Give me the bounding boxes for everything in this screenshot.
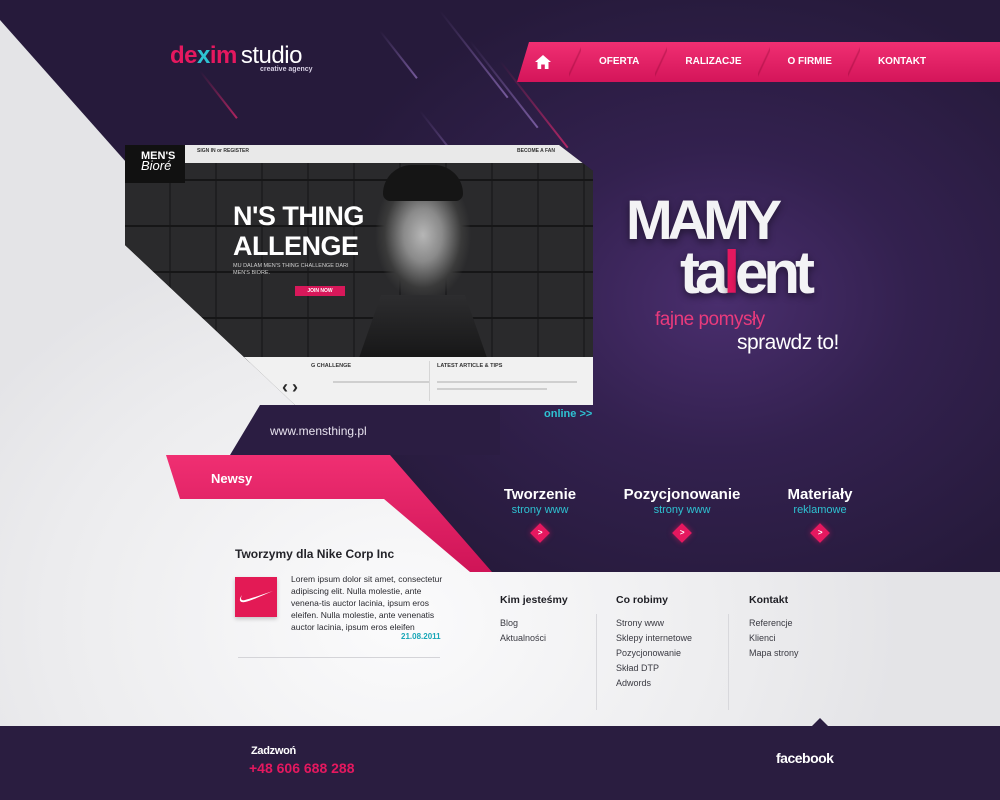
showcase-brand-logo: MEN'S Bioré [125, 145, 185, 183]
site-logo[interactable]: dexim studio creative agency [170, 42, 313, 73]
hero-title-part-c: ent [735, 239, 815, 306]
bottom-bar [0, 726, 1000, 800]
footer-col-heading: Co robimy [616, 594, 668, 606]
nav-item-ralizacje[interactable]: RALIZACJE [667, 42, 757, 82]
showcase-model-photo [353, 165, 493, 375]
service-more-button[interactable]: > [672, 523, 692, 543]
service-tworzenie: Tworzenie strony www > [465, 486, 615, 543]
showcase-sign-in: SIGN IN or REGISTER [197, 148, 249, 154]
footer-link-sklad-dtp[interactable]: Skład DTP [616, 661, 692, 676]
chevron-right-icon: > [537, 527, 543, 537]
nike-swoosh-icon [235, 577, 277, 617]
footer-link-mapa-strony[interactable]: Mapa strony [749, 646, 799, 661]
footer-link-aktualnosci[interactable]: Aktualności [500, 631, 568, 646]
nav-separator [757, 42, 770, 82]
nav-item-o-firmie[interactable]: O FIRMIE [770, 42, 848, 82]
showcase-col2-title: LATEST ARTICLE & TIPS [437, 363, 503, 369]
phone-number[interactable]: +48 606 688 288 [249, 760, 355, 776]
nav-separator [847, 42, 860, 82]
swoosh-graphic [239, 591, 273, 603]
footer-link-adwords[interactable]: Adwords [616, 676, 692, 691]
logo-tagline: creative agency [260, 66, 313, 73]
footer-divider [728, 614, 729, 710]
showcase-become-fan: BECOME A FAN [517, 148, 555, 154]
service-subtitle: strony www [511, 504, 569, 516]
service-title: Materiały [787, 486, 853, 503]
service-pozycjonowanie: Pozycjonowanie strony www > [607, 486, 757, 543]
footer-divider [596, 614, 597, 710]
footer-col-co-robimy: Co robimy Strony www Sklepy internetowe … [616, 594, 692, 691]
showcase-text-line [437, 388, 547, 390]
service-title: Tworzenie [503, 486, 577, 503]
showcase-divider [429, 361, 430, 401]
logo-part-de: de [170, 42, 198, 69]
call-label: Zadzwoń [251, 745, 296, 757]
news-date: 21.08.2011 [401, 632, 441, 641]
news-divider [238, 657, 440, 658]
portfolio-url[interactable]: www.mensthing.pl [270, 424, 367, 438]
chevron-right-icon: > [817, 527, 823, 537]
service-more-button[interactable]: > [530, 523, 550, 543]
footer-link-sklepy[interactable]: Sklepy internetowe [616, 631, 692, 646]
facebook-link[interactable]: facebook [776, 750, 834, 766]
showcase-logo-bottom: Bioré [141, 158, 172, 173]
showcase-text-line [437, 381, 577, 383]
service-materialy: Materiały reklamowe > [745, 486, 895, 543]
news-section-title: Newsy [211, 471, 253, 486]
service-subtitle: reklamowe [793, 504, 847, 516]
nav-separator [569, 42, 581, 82]
showcase-arrows: ‹ › [282, 378, 298, 396]
bottom-bar-notch [812, 718, 828, 726]
next-arrow-icon[interactable]: › [292, 378, 298, 396]
prev-arrow-icon[interactable]: ‹ [282, 378, 288, 396]
showcase-col1-title: G CHALLENGE [311, 363, 352, 369]
nav-item-kontakt[interactable]: KONTAKT [860, 42, 942, 82]
showcase-headline-line1: N'S THING [233, 201, 364, 231]
logo-part-im: im [209, 42, 238, 69]
footer-link-referencje[interactable]: Referencje [749, 616, 799, 631]
footer-link-pozycjonowanie[interactable]: Pozycjonowanie [616, 646, 692, 661]
footer-link-blog[interactable]: Blog [500, 616, 568, 631]
hero-subtitle-2: sprawdz to! [737, 331, 839, 354]
showcase-headline: N'S THING ALLENGE [233, 201, 364, 261]
chevron-right-icon: > [679, 527, 685, 537]
news-body-text: Lorem ipsum dolor sit amet, consectetur … [291, 574, 443, 632]
showcase-text-line [333, 381, 429, 383]
footer-col-heading: Kontakt [749, 594, 789, 606]
hero-subtitle-1: fajne pomysły [655, 309, 765, 330]
online-link[interactable]: online >> [544, 408, 592, 420]
hero-title-line2: talent [680, 238, 815, 308]
hero-title-part-a: ta [680, 239, 728, 306]
footer-col-kontakt: Kontakt Referencje Klienci Mapa strony [749, 594, 799, 661]
footer-link-strony-www[interactable]: Strony www [616, 616, 692, 631]
logo-part-studio: studio [240, 42, 303, 69]
footer-col-kim-jestesmy: Kim jesteśmy Blog Aktualności [500, 594, 568, 646]
service-more-button[interactable]: > [810, 523, 830, 543]
home-icon [535, 55, 551, 69]
service-subtitle: strony www [653, 504, 711, 516]
footer-col-heading: Kim jesteśmy [500, 594, 568, 606]
hero-title-part-b: l [723, 239, 740, 306]
showcase-join-button: JOIN NOW [295, 286, 345, 296]
nav-item-oferta[interactable]: OFERTA [581, 42, 655, 82]
news-headline[interactable]: Tworzymy dla Nike Corp Inc [235, 547, 394, 561]
service-title: Pozycjonowanie [623, 486, 741, 503]
footer-link-klienci[interactable]: Klienci [749, 631, 799, 646]
showcase-subline: MU DALAM MEN'S THING CHALLENGE DARI MEN'… [233, 263, 349, 276]
nav-separator [655, 42, 668, 82]
logo-part-x: x [197, 42, 210, 69]
model-hair [383, 165, 463, 201]
showcase-headline-line2: ALLENGE [233, 231, 359, 261]
showcase-topbar: SIGN IN or REGISTER BECOME A FAN [125, 145, 593, 163]
main-nav: OFERTA RALIZACJE O FIRMIE KONTAKT [517, 42, 1000, 82]
